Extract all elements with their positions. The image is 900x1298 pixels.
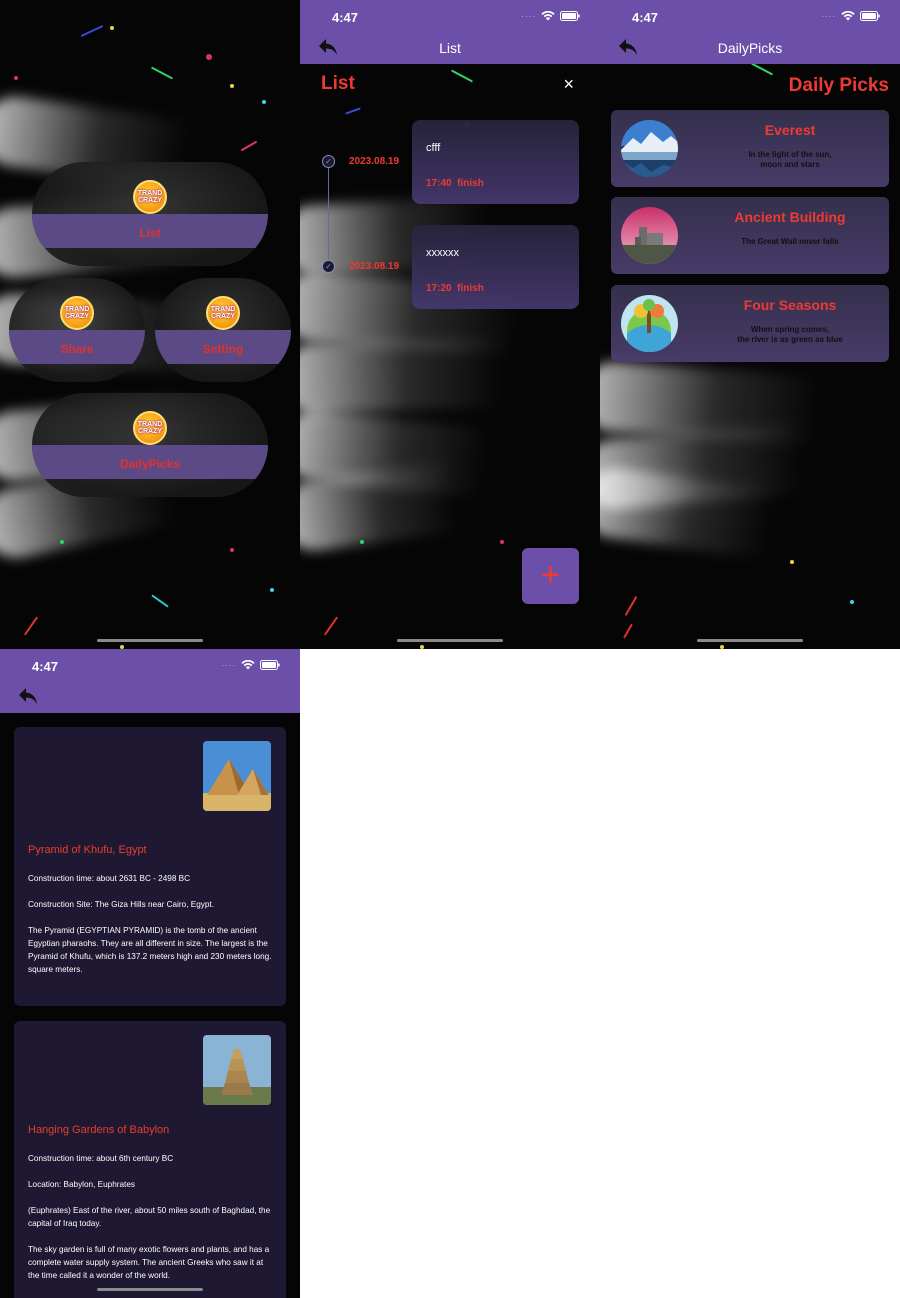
pick-title: Everest (764, 122, 816, 138)
status-time: 4:47 (632, 10, 659, 25)
menu-list-label: List (139, 226, 161, 240)
status-bar: 4:47 ···· (0, 649, 300, 681)
status-time: 4:47 (332, 10, 359, 25)
task-date: 2023.08.19 (349, 156, 400, 167)
four-seasons-thumbnail (621, 295, 678, 352)
app-logo-icon: TRAND CRAZY (133, 180, 167, 214)
battery-icon (860, 11, 880, 21)
nav-title: List (439, 40, 461, 56)
task-card[interactable]: cfff 17:40 finish (412, 120, 579, 204)
add-task-button[interactable]: + (522, 548, 579, 604)
menu-dailypicks-button[interactable]: TRAND CRAZY DailyPicks (32, 393, 268, 497)
status-bar: 4:47 ···· (300, 0, 600, 32)
home-indicator[interactable] (397, 639, 503, 642)
ancient-building-thumbnail (621, 207, 678, 264)
wonder-description: (Euphrates) East of the river, about 50 … (28, 1206, 271, 1228)
task-name: cfff (426, 142, 441, 154)
menu-list-button[interactable]: TRAND CRAZY List (32, 162, 268, 266)
home-indicator[interactable] (697, 639, 803, 642)
menu-setting-label: Setting (202, 342, 244, 356)
app-logo-icon: TRAND CRAZY (60, 296, 94, 330)
pick-title: Ancient Building (734, 209, 846, 225)
daily-picks-screen: 4:47 ···· DailyPicks Daily Picks Everest… (600, 0, 900, 649)
task-time-status: 17:40 finish (426, 178, 484, 189)
check-circle-icon: ✓ (322, 260, 335, 273)
pick-description: When spring comes, the river is as green… (737, 325, 843, 344)
task-time-status: 17:20 finish (426, 283, 484, 294)
wonder-title: Pyramid of Khufu, Egypt (28, 844, 147, 856)
battery-icon (260, 660, 280, 670)
nav-bar: List (300, 32, 600, 64)
pick-description: In the light of the sun, moon and stars (748, 150, 832, 169)
back-arrow-icon[interactable] (18, 687, 40, 707)
nav-bar: DailyPicks (600, 32, 900, 64)
app-logo-icon: TRAND CRAZY (206, 296, 240, 330)
wonder-card-hanging-gardens[interactable]: Hanging Gardens of Babylon Construction … (14, 1021, 286, 1298)
home-indicator[interactable] (97, 1288, 203, 1291)
battery-icon (560, 11, 580, 21)
wonder-card-pyramid[interactable]: Pyramid of Khufu, Egypt Construction tim… (14, 727, 286, 1006)
wonder-location: Construction Site: The Giza Hills near C… (28, 900, 214, 909)
wonder-location: Location: Babylon, Euphrates (28, 1180, 135, 1189)
cellular-signal-icon: ···· (821, 11, 836, 21)
wonder-construction-time: Construction time: about 6th century BC (28, 1154, 174, 1163)
menu-share-button[interactable]: TRAND CRAZY Share (9, 278, 145, 382)
nav-title: DailyPicks (717, 40, 783, 56)
wonders-detail-screen: 4:47 ···· Pyramid of Khufu, Egypt Constr… (0, 649, 300, 1298)
babylon-image (203, 1035, 271, 1105)
cellular-signal-icon: ···· (221, 660, 236, 670)
pick-title: Four Seasons (743, 297, 837, 313)
wifi-icon (541, 11, 555, 21)
task-card[interactable]: xxxxxx 17:20 finish (412, 225, 579, 309)
wonder-description: The sky garden is full of many exotic fl… (28, 1245, 270, 1280)
close-icon[interactable]: × (563, 74, 574, 95)
main-menu-screen: TRAND CRAZY List TRAND CRAZY Share TRAND CR… (0, 0, 300, 649)
everest-thumbnail (621, 120, 678, 177)
pick-description: The Great Wall never falls (741, 237, 839, 246)
pyramid-image (203, 741, 271, 811)
menu-dailypicks-label: DailyPicks (119, 457, 181, 471)
wonder-title: Hanging Gardens of Babylon (28, 1124, 170, 1136)
menu-share-label: Share (60, 342, 94, 356)
pick-card-ancient-building[interactable]: Ancient Building The Great Wall never fa… (611, 197, 889, 274)
timeline-line (328, 160, 329, 268)
wonder-description: The Pyramid (EGYPTIAN PYRAMID) is the to… (28, 926, 272, 974)
list-screen: 4:47 ···· List List × ✓ 2023.08.19 cfff … (300, 0, 600, 649)
cellular-signal-icon: ···· (521, 11, 536, 21)
home-indicator[interactable] (97, 639, 203, 642)
wifi-icon (841, 11, 855, 21)
pick-card-four-seasons[interactable]: Four Seasons When spring comes, the rive… (611, 285, 889, 362)
menu-setting-button[interactable]: TRAND CRAZY Setting (155, 278, 291, 382)
page-title: List (321, 73, 355, 94)
wonder-construction-time: Construction time: about 2631 BC - 2498 … (28, 874, 191, 883)
status-time: 4:47 (32, 659, 59, 674)
nav-bar (0, 681, 300, 713)
task-date: 2023.08.19 (349, 261, 400, 272)
wifi-icon (241, 660, 255, 670)
page-title: Daily Picks (788, 75, 889, 96)
check-circle-icon: ✓ (322, 155, 335, 168)
task-name: xxxxxx (426, 247, 459, 259)
pick-card-everest[interactable]: Everest In the light of the sun, moon an… (611, 110, 889, 187)
status-bar: 4:47 ···· (600, 0, 900, 32)
app-logo-icon: TRAND CRAZY (133, 411, 167, 445)
